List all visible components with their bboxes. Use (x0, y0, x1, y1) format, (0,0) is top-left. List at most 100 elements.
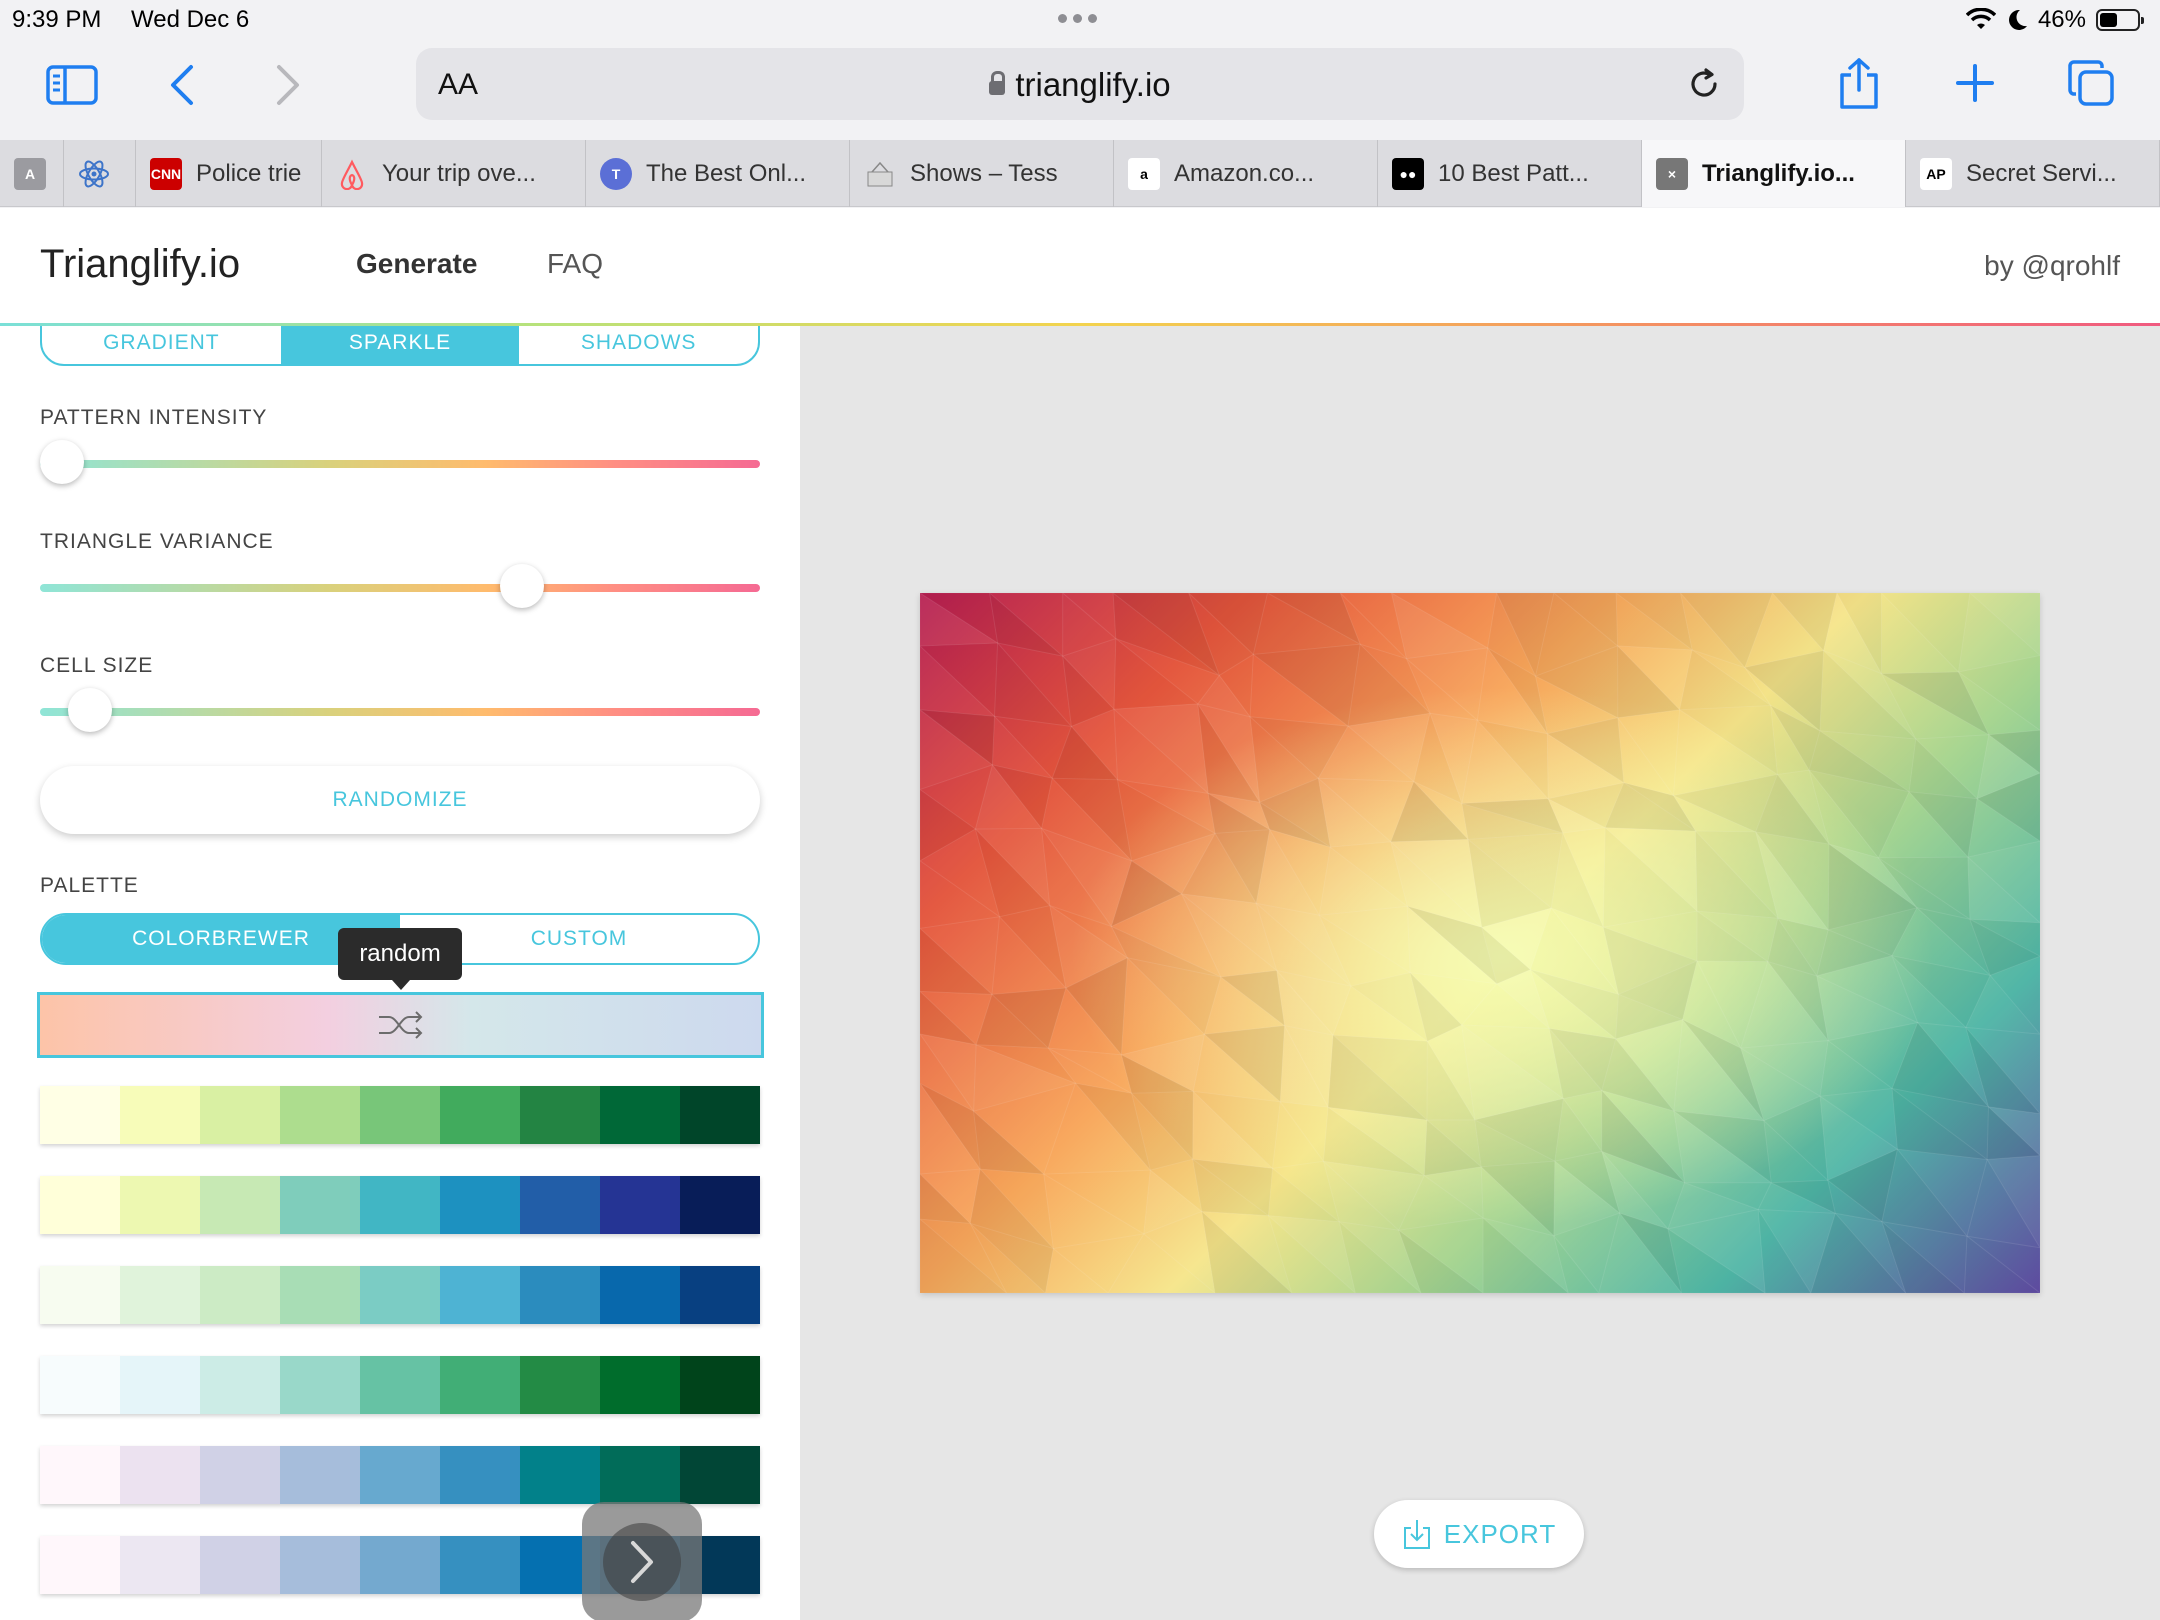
browser-tab[interactable] (64, 140, 136, 207)
palette-swatch (40, 1176, 120, 1234)
palette-swatch (360, 1176, 440, 1234)
palette-swatch (120, 1086, 200, 1144)
chevron-right-icon (603, 1523, 681, 1601)
palette-swatch (120, 1536, 200, 1594)
forward-icon[interactable] (266, 60, 310, 110)
site-logo[interactable]: Trianglify.io (40, 242, 240, 287)
browser-tab[interactable]: a Amazon.co... (1114, 140, 1378, 207)
tab-gradient[interactable]: GRADIENT (42, 326, 281, 364)
close-tab-icon[interactable]: × (1656, 157, 1688, 190)
url-display[interactable]: trianglify.io (416, 66, 1744, 104)
status-right: 46% (1965, 6, 2144, 34)
palette-option[interactable] (40, 1266, 760, 1324)
palette-swatch (600, 1446, 680, 1504)
back-icon[interactable] (160, 60, 204, 110)
sidebar-toggle-icon[interactable] (42, 60, 102, 110)
palette-swatch (120, 1176, 200, 1234)
address-bar[interactable]: AA trianglify.io (416, 48, 1744, 120)
triangle-variance-knob[interactable] (500, 564, 545, 608)
amazon-icon: a (1128, 157, 1160, 190)
palette-swatch (440, 1356, 520, 1414)
randomize-button[interactable]: RANDOMIZE (40, 766, 760, 834)
download-icon (1403, 1520, 1430, 1549)
browser-tab[interactable]: T The Best Onl... (586, 140, 850, 207)
tab-overview-icon[interactable] (2064, 56, 2118, 110)
cell-size-knob[interactable] (68, 688, 113, 732)
browser-tab[interactable]: AP Secret Servi... (1906, 140, 2160, 207)
wifi-icon (1965, 8, 1996, 29)
tab-sparkle[interactable]: SPARKLE (280, 326, 520, 364)
palette-swatch (280, 1356, 360, 1414)
pattern-intensity-knob[interactable] (39, 440, 84, 484)
tab-title: 10 Best Patt... (1438, 159, 1589, 187)
palette-option[interactable] (40, 1356, 760, 1414)
shuffle-icon (378, 1011, 422, 1039)
palette-swatch (280, 1266, 360, 1324)
palette-swatch (520, 1086, 600, 1144)
cnn-logo: CNN (150, 157, 182, 190)
palette-swatch (520, 1266, 600, 1324)
browser-tab[interactable]: A (0, 140, 64, 207)
react-atom-icon (78, 158, 110, 190)
cell-size-label: CELL SIZE (40, 654, 154, 677)
palette-option[interactable] (40, 1176, 760, 1234)
palette-swatch (40, 1356, 120, 1414)
random-palette-option[interactable] (37, 992, 764, 1058)
tab-strip: A CNN Police trie Your trip ove... T The Best… (0, 140, 2160, 207)
battery-icon (2096, 9, 2144, 31)
palette-swatch (200, 1536, 280, 1594)
url-text: trianglify.io (1015, 66, 1171, 103)
palette-swatch (200, 1086, 280, 1144)
tab-title: Trianglify.io... (1702, 159, 1855, 187)
new-tab-icon[interactable] (1950, 58, 2000, 108)
palette-swatch (120, 1266, 200, 1324)
palette-swatch (200, 1176, 280, 1234)
palette-swatch (520, 1446, 600, 1504)
lock-icon (989, 71, 1006, 95)
browser-tab[interactable]: ●● 10 Best Patt... (1378, 140, 1642, 207)
share-icon[interactable] (1834, 54, 1884, 114)
palette-swatch (680, 1356, 760, 1414)
palette-swatch (40, 1446, 120, 1504)
browser-tab[interactable]: CNN Police trie (136, 140, 322, 207)
nav-generate[interactable]: Generate (356, 248, 477, 280)
random-tooltip: random (338, 928, 462, 990)
cell-size-slider[interactable] (40, 688, 760, 732)
palette-swatch (120, 1446, 200, 1504)
palette-swatch (440, 1086, 520, 1144)
forward-swipe-overlay[interactable] (582, 1502, 702, 1620)
palette-swatch (200, 1266, 280, 1324)
author-link[interactable]: by @qrohlf (1984, 250, 2120, 282)
palette-option[interactable] (40, 1086, 760, 1144)
palette-swatch (280, 1086, 360, 1144)
palette-swatch (680, 1446, 760, 1504)
palette-swatch (680, 1266, 760, 1324)
browser-tab[interactable]: Your trip ove... (322, 140, 586, 207)
pattern-intensity-slider[interactable] (39, 440, 760, 484)
export-button[interactable]: EXPORT (1374, 1500, 1584, 1568)
palette-swatch (440, 1266, 520, 1324)
palette-swatch (200, 1356, 280, 1414)
tab-shadows[interactable]: SHADOWS (519, 326, 758, 364)
palette-swatch (600, 1176, 680, 1234)
nav-faq[interactable]: FAQ (547, 248, 603, 280)
reload-icon[interactable] (1686, 66, 1722, 107)
tab-title: Shows – Tess (910, 159, 1058, 187)
palette-swatch (200, 1446, 280, 1504)
settings-sidebar: GRADIENT SPARKLE SHADOWS PATTERN INTENSI… (0, 326, 800, 1620)
palette-swatch (280, 1536, 360, 1594)
multitasking-dots-icon[interactable] (1058, 14, 1097, 23)
triangle-variance-slider[interactable] (40, 564, 760, 608)
browser-toolbar: AA trianglify.io (0, 42, 2160, 140)
palette-swatch (520, 1176, 600, 1234)
browser-tab[interactable]: × Trianglify.io... (1642, 140, 1906, 207)
palette-swatch (440, 1446, 520, 1504)
export-label: EXPORT (1443, 1518, 1557, 1549)
browser-tab[interactable]: Shows – Tess (850, 140, 1114, 207)
site-header: Trianglify.io Generate FAQ by @qrohlf (0, 208, 2160, 324)
palette-swatch (40, 1536, 120, 1594)
palette-label: PALETTE (40, 874, 139, 897)
triangle-variance-label: TRIANGLE VARIANCE (40, 530, 274, 553)
palette-swatch (360, 1086, 440, 1144)
palette-option[interactable] (40, 1446, 760, 1504)
